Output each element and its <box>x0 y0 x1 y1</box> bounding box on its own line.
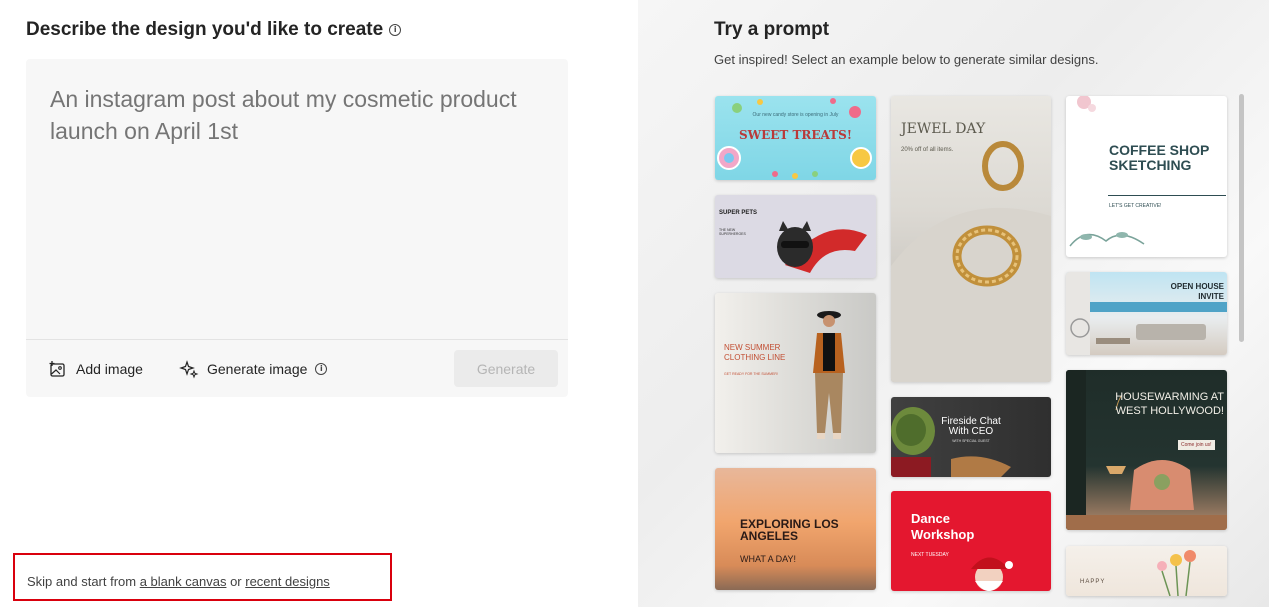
warm-title: HOUSEWARMING AT WEST HOLLYWOOD! <box>1115 391 1224 417</box>
example-card-summer-clothing[interactable]: NEW SUMMER CLOTHING LINE GET READY FOR T… <box>715 293 876 453</box>
add-image-label: Add image <box>76 361 143 377</box>
coffee-sub: LET'S GET CREATIVE! <box>1109 203 1162 209</box>
happy-title: HAPPY <box>1080 579 1106 585</box>
warm-sub: Come join us! <box>1178 440 1215 450</box>
add-image-button[interactable]: Add image <box>48 357 143 381</box>
skip-or: or <box>226 574 246 589</box>
coffee-title: COFFEE SHOP SKETCHING <box>1109 142 1210 173</box>
generate-image-button[interactable]: Generate image i <box>179 357 328 381</box>
sweet-small: Our new candy store is opening in July <box>752 112 839 118</box>
describe-heading: Describe the design you'd like to create… <box>26 19 402 41</box>
example-card-coffee-shop[interactable]: COFFEE SHOP SKETCHING LET'S GET CREATIVE… <box>1066 96 1227 257</box>
summer-title: NEW SUMMER CLOTHING LINE <box>724 343 786 362</box>
jewel-sub: 20% off of all items. <box>901 147 954 153</box>
prompt-input[interactable] <box>50 83 550 323</box>
example-card-happy[interactable]: HAPPY <box>1066 546 1227 596</box>
generate-button[interactable]: Generate <box>454 350 558 387</box>
example-card-fireside-chat[interactable]: Fireside Chat With CEO WITH SPECIAL GUES… <box>891 397 1051 477</box>
house-title: OPEN HOUSE INVITE <box>1170 282 1224 301</box>
la-title: EXPLORING LOS ANGELES <box>740 517 839 543</box>
describe-heading-text: Describe the design you'd like to create <box>26 19 384 40</box>
dance-title: Dance Workshop <box>911 511 975 542</box>
example-card-dance-workshop[interactable]: Dance Workshop NEXT TUESDAY <box>891 491 1051 591</box>
pets-title: SUPER PETS <box>719 210 758 216</box>
skip-highlight-box: Skip and start from a blank canvas or re… <box>13 553 392 601</box>
fireside-title: Fireside Chat With CEO <box>941 416 1001 437</box>
skip-line: Skip and start from a blank canvas or re… <box>27 574 330 589</box>
example-card-super-pets[interactable]: SUPER PETS THE NEW SUPERHEROES <box>715 195 876 278</box>
try-prompt-title: Try a prompt <box>714 19 830 40</box>
example-card-housewarming[interactable]: HOUSEWARMING AT WEST HOLLYWOOD! Come joi… <box>1066 370 1227 530</box>
pets-sub: THE NEW SUPERHEROES <box>719 228 746 236</box>
la-sub: WHAT A DAY! <box>740 554 797 564</box>
flowers-icon <box>1157 550 1196 596</box>
jewel-title: JEWEL DAY <box>901 121 986 137</box>
dog-icon <box>777 221 867 273</box>
food-bowl-icon <box>891 407 1011 477</box>
example-card-exploring-la[interactable]: EXPLORING LOS ANGELES WHAT A DAY! <box>715 468 876 590</box>
dance-sub: NEXT TUESDAY <box>911 552 949 558</box>
prompt-box: Add image Generate image i Generate <box>26 59 568 397</box>
add-image-icon <box>49 361 65 377</box>
generate-image-info-icon[interactable]: i <box>315 363 328 375</box>
sparkle-icon <box>179 360 199 379</box>
try-prompt-subtitle: Get inspired! Select an example below to… <box>714 52 1099 67</box>
scrollbar[interactable] <box>1239 94 1244 342</box>
prompt-divider <box>26 339 568 340</box>
blank-canvas-link[interactable]: a blank canvas <box>140 574 227 589</box>
example-card-sweet-treats[interactable]: Our new candy store is opening in July S… <box>715 96 876 180</box>
info-icon[interactable]: i <box>389 24 402 36</box>
example-card-jewel-day[interactable]: JEWEL DAY 20% off of all items. <box>891 96 1051 382</box>
recent-designs-link[interactable]: recent designs <box>245 574 330 589</box>
floral-decor-icon <box>1069 96 1226 247</box>
skip-prefix: Skip and start from <box>27 574 140 589</box>
ring-icon <box>891 141 1051 382</box>
example-card-open-house[interactable]: OPEN HOUSE INVITE <box>1066 272 1227 355</box>
sweet-title: SWEET TREATS! <box>738 128 853 142</box>
summer-sub: GET READY FOR THE SUMMER! <box>724 372 778 376</box>
describe-panel: Describe the design you'd like to create… <box>0 0 638 607</box>
fireside-sub: WITH SPECIAL GUEST <box>952 439 990 443</box>
generate-image-label: Generate image <box>207 361 308 377</box>
try-prompt-panel: Try a prompt Get inspired! Select an exa… <box>638 0 1269 607</box>
